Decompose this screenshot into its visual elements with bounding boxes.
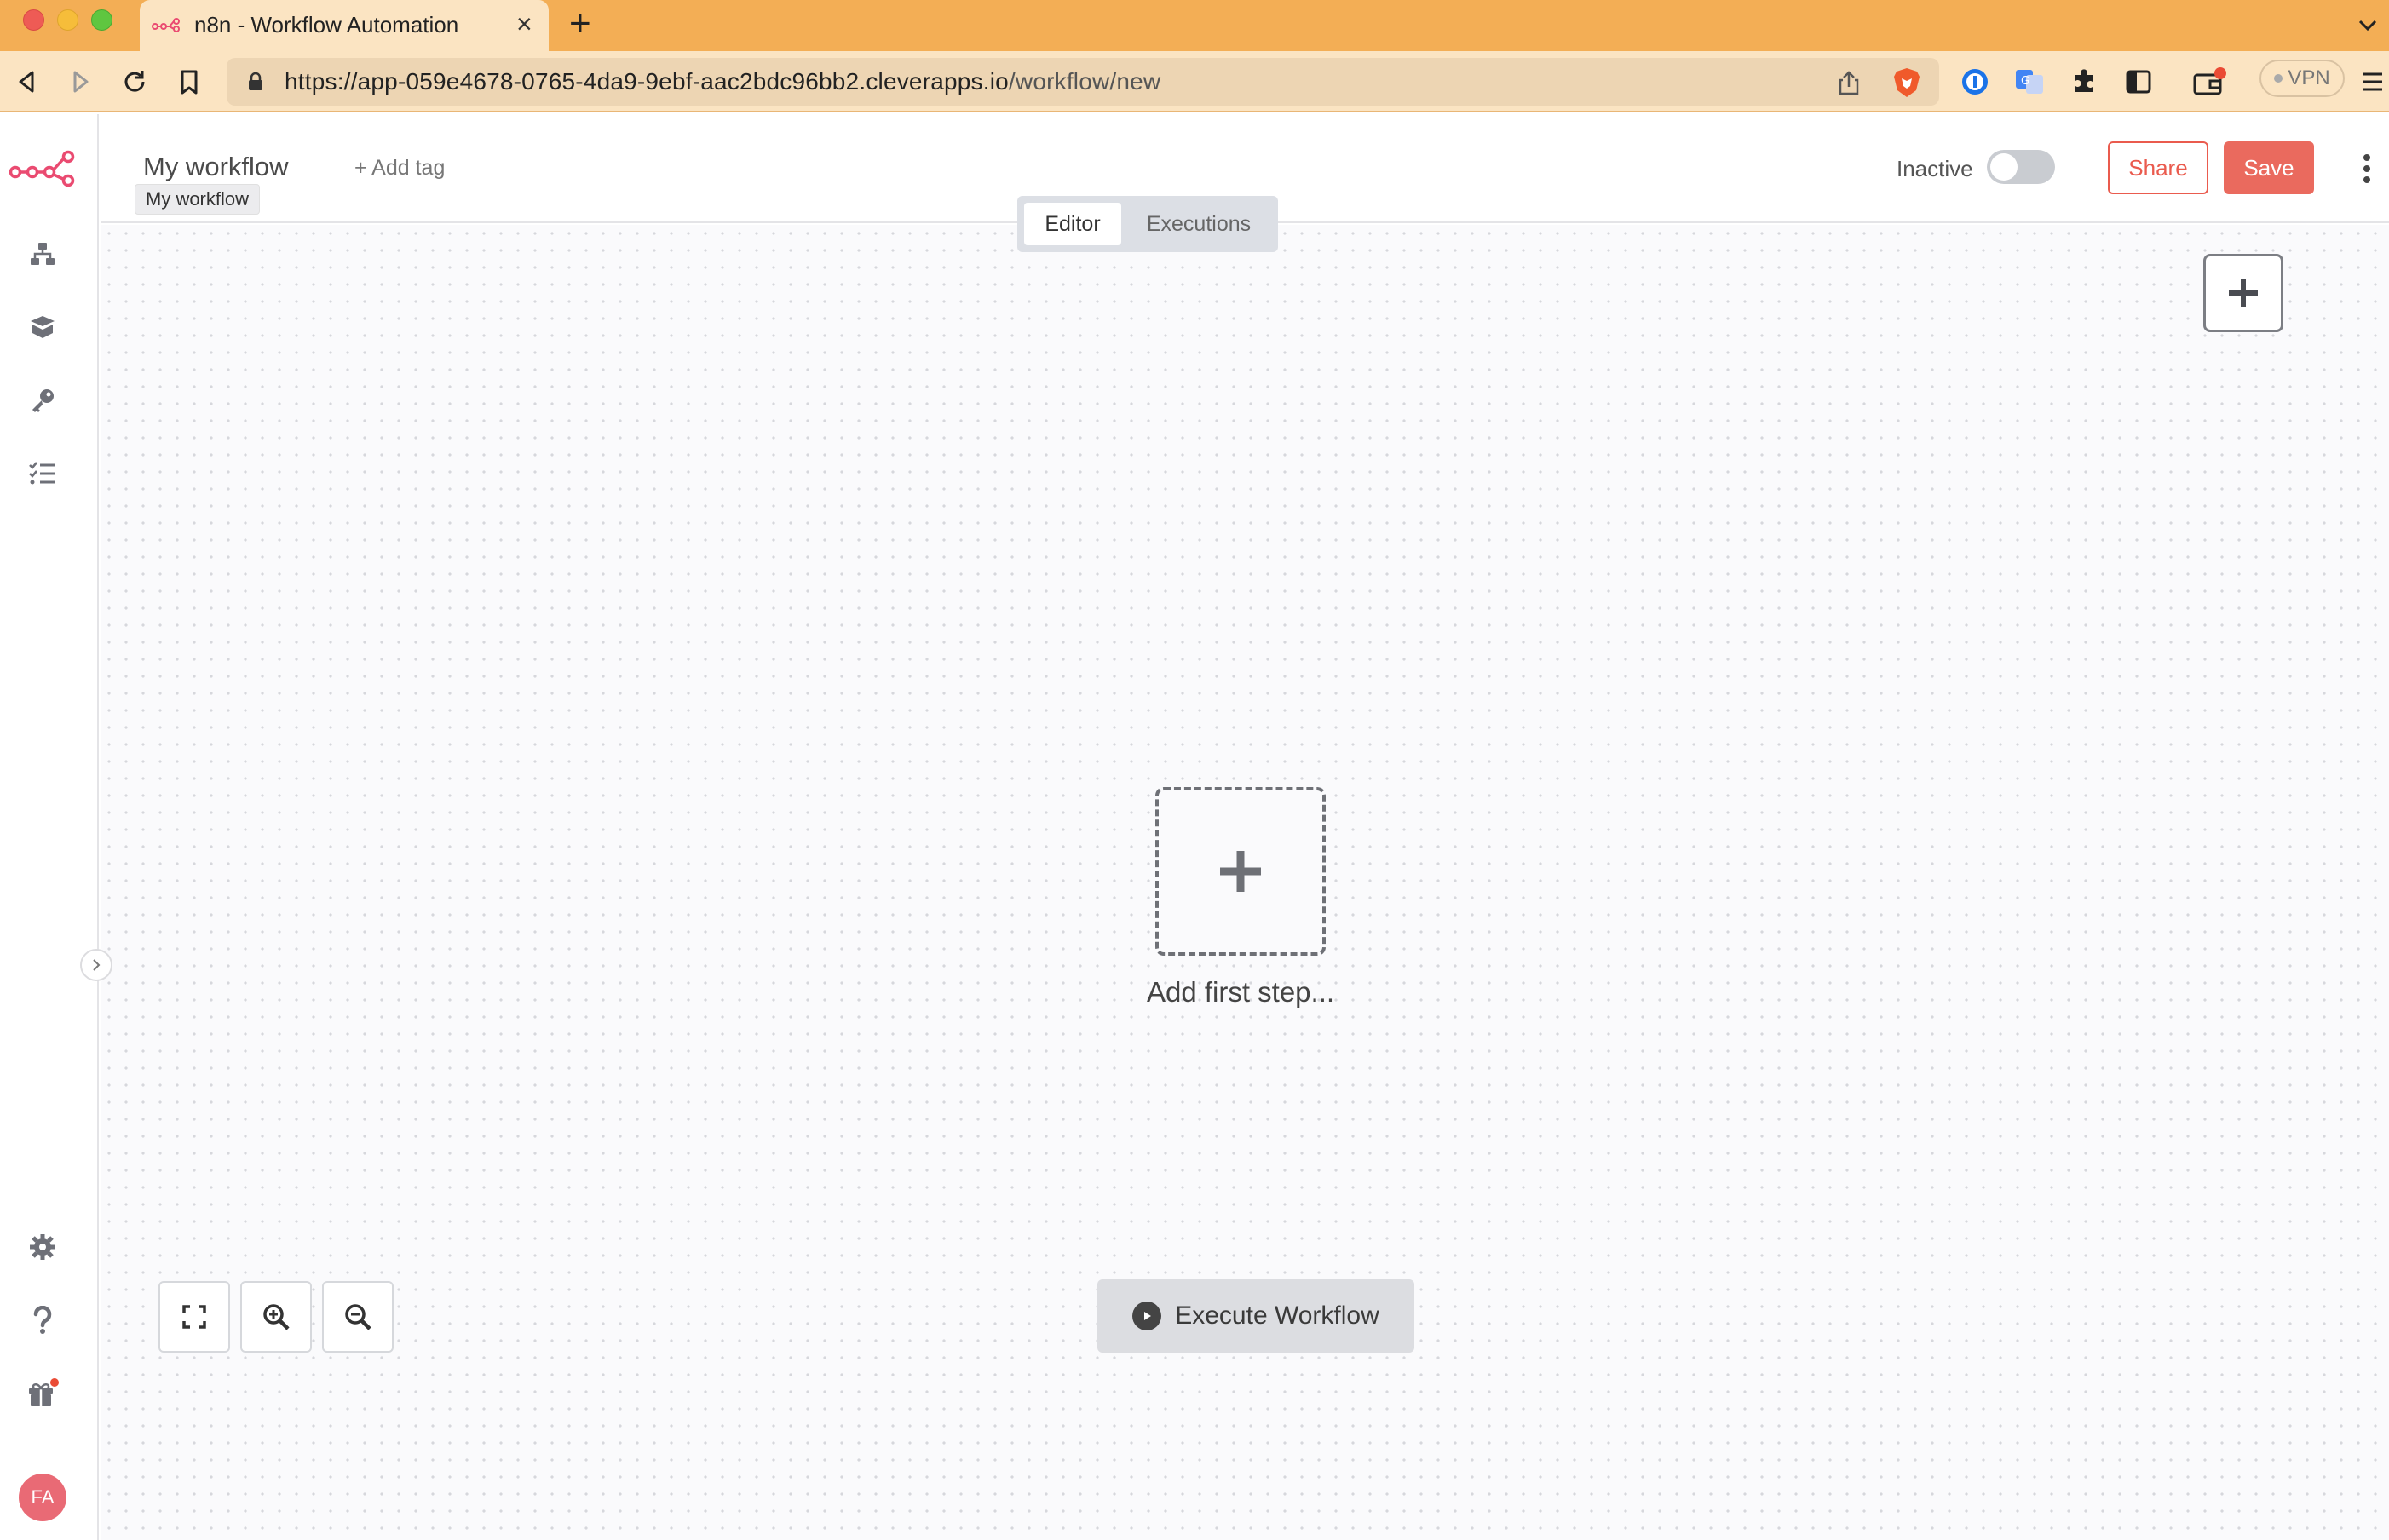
- tab-title: n8n - Workflow Automation: [194, 12, 459, 37]
- open-nodes-panel-button[interactable]: [2203, 254, 2283, 332]
- zoom-in-button[interactable]: [240, 1281, 312, 1353]
- more-options-icon[interactable]: [2350, 150, 2384, 187]
- add-tag-button[interactable]: + Add tag: [354, 156, 445, 181]
- sidebar-item-executions[interactable]: [24, 455, 61, 492]
- fullscreen-icon: [182, 1305, 206, 1329]
- password-manager-icon[interactable]: [1960, 66, 1990, 97]
- tab-close-icon[interactable]: ×: [516, 10, 532, 37]
- workflow-canvas[interactable]: Add first step... Execute Workflow: [101, 225, 2389, 1540]
- play-icon: [1132, 1302, 1162, 1330]
- sidebar-collapse-button[interactable]: [80, 949, 112, 981]
- gift-icon: [29, 1378, 59, 1406]
- sidebar-toggle-icon[interactable]: [2123, 66, 2154, 97]
- brave-shields-icon[interactable]: [1891, 66, 1922, 99]
- activate-toggle[interactable]: [1987, 150, 2055, 184]
- n8n-logo-icon[interactable]: [9, 148, 75, 187]
- address-bar[interactable]: https://app-059e4678-0765-4da9-9ebf-aac2…: [227, 58, 1939, 106]
- browser-toolbar: https://app-059e4678-0765-4da9-9ebf-aac2…: [0, 51, 2389, 112]
- zoom-to-fit-button[interactable]: [158, 1281, 230, 1353]
- sidebar-item-whats-new[interactable]: [24, 1375, 61, 1412]
- n8n-app: FA My workflow My workflow + Add tag Ina…: [0, 114, 2389, 1540]
- url-text: https://app-059e4678-0765-4da9-9ebf-aac2…: [285, 68, 1160, 95]
- sidebar-item-help[interactable]: [24, 1302, 61, 1339]
- translate-icon[interactable]: G: [2014, 66, 2045, 97]
- extensions-icon[interactable]: [2069, 66, 2099, 97]
- gear-icon: [30, 1234, 55, 1260]
- window-close-button[interactable]: [23, 9, 44, 31]
- url-path: /workflow/new: [1008, 68, 1161, 95]
- share-button[interactable]: Share: [2108, 141, 2208, 194]
- network-icon: [31, 243, 55, 265]
- zoom-in-icon: [263, 1304, 290, 1330]
- url-host: https://app-059e4678-0765-4da9-9ebf-aac2…: [285, 68, 1009, 95]
- sidebar-item-workflows[interactable]: [24, 235, 61, 273]
- forward-icon[interactable]: [65, 66, 95, 97]
- zoom-out-button[interactable]: [322, 1281, 394, 1353]
- plus-icon: [2229, 279, 2258, 307]
- vpn-button[interactable]: VPN: [2259, 60, 2345, 97]
- lock-icon: [249, 72, 262, 90]
- user-avatar[interactable]: FA: [19, 1474, 66, 1521]
- add-first-step-label: Add first step...: [1146, 976, 1335, 1008]
- toggle-knob: [1990, 153, 2018, 181]
- workflow-name-tooltip: My workflow: [135, 184, 261, 215]
- key-icon: [32, 389, 54, 412]
- bookmark-icon[interactable]: [174, 66, 204, 97]
- main-sidebar: FA: [0, 114, 99, 1540]
- zoom-out-icon: [345, 1304, 371, 1330]
- window-minimize-button[interactable]: [57, 9, 78, 31]
- add-first-step-button[interactable]: [1155, 787, 1326, 956]
- execute-workflow-button[interactable]: Execute Workflow: [1097, 1279, 1414, 1353]
- templates-box-icon: [31, 316, 55, 338]
- vpn-label: VPN: [2288, 66, 2330, 89]
- browser-menu-icon[interactable]: [2360, 66, 2386, 97]
- sidebar-item-templates[interactable]: [24, 308, 61, 346]
- vpn-status-dot: [2274, 74, 2283, 83]
- sidebar-item-settings[interactable]: [24, 1228, 61, 1266]
- execute-workflow-label: Execute Workflow: [1175, 1302, 1379, 1330]
- new-tab-icon[interactable]: +: [569, 5, 591, 43]
- activation-status-label: Inactive: [1897, 156, 1973, 181]
- save-button[interactable]: Save: [2224, 141, 2314, 194]
- chevron-down-icon[interactable]: [2355, 12, 2380, 37]
- reload-icon[interactable]: [119, 66, 150, 97]
- task-list-icon: [29, 462, 55, 485]
- sidebar-item-credentials[interactable]: [24, 382, 61, 419]
- n8n-favicon-icon: [152, 18, 180, 32]
- workflow-name[interactable]: My workflow: [143, 152, 289, 182]
- chevron-right-icon: [93, 959, 101, 971]
- wallet-icon[interactable]: [2191, 66, 2229, 97]
- browser-tab-bar: n8n - Workflow Automation × +: [0, 0, 2389, 51]
- plus-icon: [1220, 851, 1261, 892]
- tab-editor[interactable]: Editor: [1024, 203, 1121, 245]
- back-icon[interactable]: [12, 66, 43, 97]
- svg-text:G: G: [2021, 75, 2029, 88]
- share-page-icon[interactable]: [1837, 70, 1861, 95]
- window-maximize-button[interactable]: [91, 9, 112, 31]
- tab-executions[interactable]: Executions: [1128, 203, 1269, 245]
- question-icon: [33, 1306, 52, 1334]
- view-mode-switch: Editor Executions: [1017, 196, 1278, 252]
